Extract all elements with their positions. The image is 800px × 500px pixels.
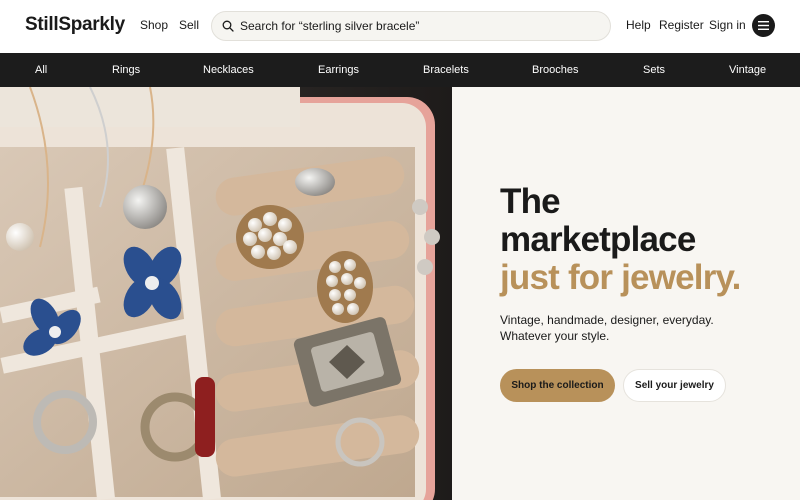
- nav-sell-link[interactable]: Sell: [179, 18, 199, 32]
- category-nav: All Rings Necklaces Earrings Bracelets B…: [0, 53, 800, 87]
- category-all[interactable]: All: [35, 64, 47, 76]
- menu-button[interactable]: [752, 14, 775, 37]
- category-brooches[interactable]: Brooches: [532, 64, 578, 76]
- site-header: StillSparkly Shop Sell Help Register Sig…: [0, 0, 800, 53]
- hero-jewelry-box-image: [0, 87, 452, 500]
- help-link[interactable]: Help: [626, 18, 651, 32]
- hamburger-icon: [758, 21, 769, 30]
- sell-jewelry-button[interactable]: Sell your jewelry: [623, 369, 726, 402]
- hero-subtitle-line-1: Vintage, handmade, designer, everyday.: [500, 313, 714, 327]
- search-bar[interactable]: [211, 11, 611, 41]
- search-icon: [222, 20, 234, 32]
- shop-collection-button[interactable]: Shop the collection: [500, 369, 615, 402]
- hero-headline-line-3: just for jewelry.: [500, 258, 741, 297]
- category-necklaces[interactable]: Necklaces: [203, 64, 254, 76]
- hero-headline-line-1: The: [500, 182, 561, 221]
- register-link[interactable]: Register: [659, 18, 704, 32]
- category-earrings[interactable]: Earrings: [318, 64, 359, 76]
- search-input[interactable]: [240, 19, 600, 33]
- category-bracelets[interactable]: Bracelets: [423, 64, 469, 76]
- category-sets[interactable]: Sets: [643, 64, 665, 76]
- category-rings[interactable]: Rings: [112, 64, 140, 76]
- category-vintage[interactable]: Vintage: [729, 64, 766, 76]
- signin-link[interactable]: Sign in: [709, 18, 746, 32]
- hero-headline-line-2: marketplace: [500, 220, 696, 259]
- hero-panel: The marketplace just for jewelry. Vintag…: [452, 87, 800, 500]
- hero-subtitle-line-2: Whatever your style.: [500, 329, 610, 343]
- nav-shop-link[interactable]: Shop: [140, 18, 168, 32]
- site-logo[interactable]: StillSparkly: [25, 14, 125, 36]
